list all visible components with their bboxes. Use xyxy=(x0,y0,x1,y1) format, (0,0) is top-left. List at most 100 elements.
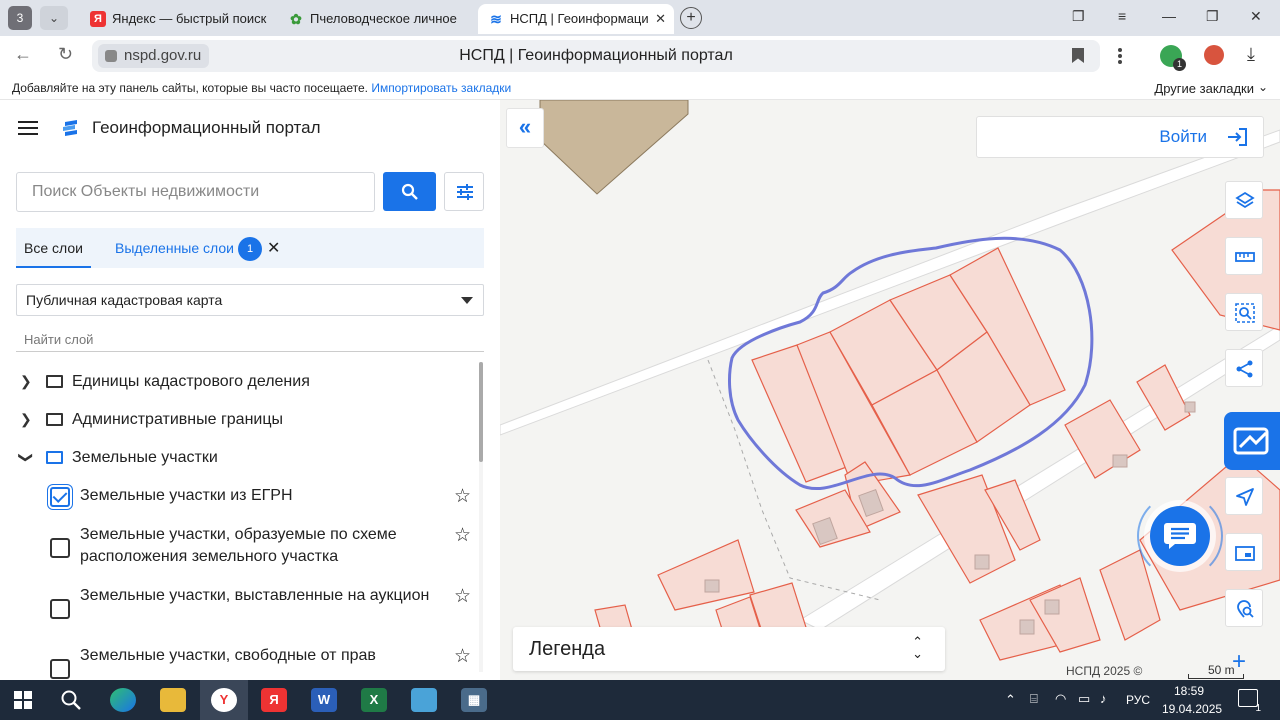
yandex-browser-icon[interactable]: Y xyxy=(211,688,237,712)
clear-selection-icon[interactable]: ✕ xyxy=(267,238,280,258)
tab-all-layers[interactable]: Все слои xyxy=(16,228,91,268)
map-canvas[interactable] xyxy=(500,100,1280,680)
close-window-icon[interactable]: ✕ xyxy=(1250,8,1262,25)
tree-label: Земельные участки xyxy=(72,449,218,466)
other-bookmarks[interactable]: Другие закладки xyxy=(1154,81,1254,96)
layer-item-egrn[interactable]: Земельные участки из ЕГРН ☆ xyxy=(50,485,480,511)
star-icon[interactable]: ☆ xyxy=(454,524,471,547)
battery-icon[interactable]: ▭ xyxy=(1078,691,1090,707)
collapse-panel-button[interactable]: « xyxy=(506,108,544,148)
file-explorer-icon[interactable] xyxy=(160,688,186,712)
protect-shield-icon[interactable]: 1 xyxy=(1160,45,1186,71)
scrollbar-thumb[interactable] xyxy=(479,362,483,462)
volume-icon[interactable]: ♪ xyxy=(1100,691,1107,706)
close-tab-icon[interactable]: ✕ xyxy=(655,4,666,34)
notifications-icon[interactable]: 1 xyxy=(1238,689,1261,714)
search-input[interactable]: Поиск Объекты недвижимости xyxy=(16,172,375,212)
calculator-icon[interactable]: ▦ xyxy=(461,688,487,712)
maximize-icon[interactable]: ❐ xyxy=(1206,8,1219,25)
excel-icon[interactable]: X xyxy=(361,688,387,712)
map-type-select[interactable]: Публичная кадастровая карта xyxy=(16,284,484,316)
new-tab-button[interactable]: + xyxy=(680,7,702,29)
nspd-logo-icon xyxy=(1233,427,1269,455)
import-bookmarks-link[interactable]: Импортировать закладки xyxy=(371,81,511,95)
zoom-in-icon[interactable]: + xyxy=(1232,650,1246,674)
area-search-tool-button[interactable] xyxy=(1225,293,1263,331)
minimap-tool-button[interactable] xyxy=(1225,533,1263,571)
tree-label: Единицы кадастрового деления xyxy=(72,373,310,390)
chevron-down-icon[interactable]: ❯ xyxy=(17,452,34,464)
chevron-down-icon[interactable]: ⌄ xyxy=(1258,80,1268,94)
layer-checkbox[interactable] xyxy=(50,487,70,507)
star-icon[interactable]: ☆ xyxy=(454,645,471,668)
layer-label: Земельные участки, выставленные на аукци… xyxy=(80,587,430,604)
legend-bar[interactable]: Легенда ⌃ ⌄ xyxy=(513,627,945,671)
yandex-icon[interactable]: Я xyxy=(261,688,287,712)
layer-item-auction[interactable]: Земельные участки, выставленные на аукци… xyxy=(50,585,480,631)
network-icon[interactable]: ⌸ xyxy=(1030,691,1038,707)
tree-label: Административные границы xyxy=(72,411,284,428)
tab-nspd[interactable]: ≋ НСПД | Геоинформаци ✕ xyxy=(478,4,674,34)
kebab-menu-icon[interactable] xyxy=(1118,48,1122,64)
layer-item-scheme[interactable]: Земельные участки, образуемые по схеме р… xyxy=(50,524,480,570)
tab-selected-layers[interactable]: Выделенные слои xyxy=(115,240,234,256)
windows-start-icon[interactable] xyxy=(14,691,32,709)
edge-browser-icon[interactable] xyxy=(110,688,136,712)
layer-label: Земельные участки из ЕГРН xyxy=(80,487,293,504)
selected-count-badge: 1 xyxy=(238,237,262,261)
tab-counter[interactable]: 3 xyxy=(8,6,32,30)
layer-item-free[interactable]: Земельные участки, свободные от прав ☆ xyxy=(50,645,480,680)
chat-button[interactable] xyxy=(1150,506,1210,566)
expand-collapse-icon[interactable]: ⌃ ⌄ xyxy=(912,635,923,660)
star-icon[interactable]: ☆ xyxy=(454,585,471,608)
page-title: НСПД | Геоинформационный портал xyxy=(459,47,733,64)
reload-icon[interactable]: ↻ xyxy=(58,44,73,65)
collections-icon[interactable]: ❐ xyxy=(1072,8,1085,25)
legend-label: Легенда xyxy=(529,638,606,660)
os-taskbar: Y Я W X ▦ ⌃ ⌸ ◠ ▭ ♪ РУС 18:59 19.04.2025… xyxy=(0,680,1280,720)
star-icon[interactable]: ☆ xyxy=(454,485,471,508)
layer-label: Земельные участки, образуемые по схеме р… xyxy=(80,526,397,565)
tab-yandex[interactable]: Я Яндекс — быстрый поиск xyxy=(80,4,274,34)
ruler-tool-button[interactable] xyxy=(1225,237,1263,275)
clock-time[interactable]: 18:59 xyxy=(1174,684,1204,698)
map-copyright: НСПД 2025 © xyxy=(1066,664,1143,678)
login-button[interactable]: Войти xyxy=(976,116,1264,158)
tray-chevron-up-icon[interactable]: ⌃ xyxy=(1005,692,1016,708)
menu-icon[interactable] xyxy=(18,121,38,135)
clock-date[interactable]: 19.04.2025 xyxy=(1162,702,1222,716)
locate-tool-button[interactable] xyxy=(1225,477,1263,515)
hamburger-menu-icon[interactable]: ≡ xyxy=(1118,8,1126,24)
tab-title: НСПД | Геоинформаци xyxy=(510,11,649,26)
find-layer-input[interactable]: Найти слой xyxy=(16,328,484,352)
back-arrow-icon[interactable]: ← xyxy=(14,44,32,65)
layers-panel: Геоинформационный портал Поиск Объекты н… xyxy=(0,100,500,680)
nspd-logo-badge[interactable] xyxy=(1224,412,1280,470)
search-icon[interactable] xyxy=(60,689,82,711)
download-icon[interactable]: ⤓ xyxy=(1247,44,1255,65)
layer-checkbox[interactable] xyxy=(50,538,70,558)
tabs-menu-chevron-icon[interactable]: ⌄ xyxy=(40,6,68,30)
minimize-icon[interactable]: — xyxy=(1162,8,1176,24)
remote-desktop-icon[interactable] xyxy=(411,688,437,712)
search-button[interactable] xyxy=(383,172,436,211)
geo-search-tool-button[interactable] xyxy=(1225,589,1263,627)
chevron-right-icon[interactable]: ❯ xyxy=(20,411,32,428)
building xyxy=(539,100,689,195)
share-tool-button[interactable] xyxy=(1225,349,1263,387)
share-icon xyxy=(1236,360,1253,378)
chevron-right-icon[interactable]: ❯ xyxy=(20,373,32,390)
layer-checkbox[interactable] xyxy=(50,659,70,679)
layer-checkbox[interactable] xyxy=(50,599,70,619)
extension-icon[interactable] xyxy=(1204,45,1224,65)
omnibox[interactable]: nspd.gov.ru НСПД | Геоинформационный пор… xyxy=(92,40,1100,72)
filter-button[interactable] xyxy=(444,172,484,211)
word-icon[interactable]: W xyxy=(311,688,337,712)
address-bar: ← ↻ nspd.gov.ru НСПД | Геоинформационный… xyxy=(0,36,1280,76)
tab-beekeeping[interactable]: ✿ Пчеловодческое личное xyxy=(278,4,468,34)
folder-open-icon xyxy=(46,451,63,464)
input-language[interactable]: РУС xyxy=(1126,693,1150,707)
wifi-icon[interactable]: ◠ xyxy=(1055,691,1066,707)
cadastral-map-drawing xyxy=(500,100,1280,671)
layers-tool-button[interactable] xyxy=(1225,181,1263,219)
